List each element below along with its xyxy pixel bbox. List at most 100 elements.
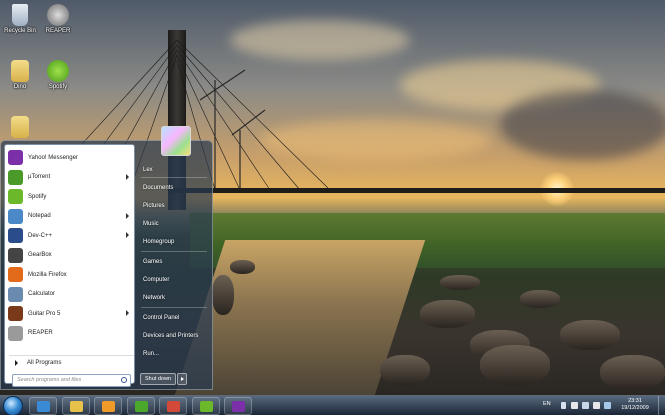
network-icon[interactable] [582, 402, 589, 409]
taskbar-button[interactable] [224, 397, 252, 415]
start-link-music[interactable]: Music [138, 217, 210, 232]
start-link-documents[interactable]: Documents [138, 181, 210, 196]
show-hidden-icons-icon[interactable] [561, 402, 566, 409]
taskbar-button[interactable] [29, 397, 57, 415]
start-link-lex[interactable]: Lex [138, 163, 210, 178]
utorrent-icon [8, 169, 23, 185]
spotify-icon [8, 189, 23, 204]
clock[interactable]: 23:31 19/12/2009 [617, 398, 653, 412]
program-label: Notepad [28, 213, 51, 219]
flag-icon[interactable] [571, 402, 578, 409]
desktop-icon-label: REAPER [45, 28, 71, 34]
explorer-icon [69, 401, 83, 412]
program-label: Guitar Pro 5 [28, 310, 61, 317]
all-programs-button[interactable]: All Programs [9, 355, 134, 369]
program-label: Spotify [28, 193, 47, 200]
reaper-icon [8, 325, 23, 341]
start-link-network[interactable]: Network [138, 291, 210, 306]
spotify-icon [199, 401, 213, 412]
yahoo-messenger-icon [8, 150, 23, 165]
submenu-arrow-icon[interactable] [126, 173, 129, 180]
divider [141, 307, 207, 308]
program-label: REAPER [28, 330, 53, 336]
guitar-pro-icon [8, 306, 23, 321]
taskbar: EN 23:31 19/12/2009 [0, 395, 665, 415]
arrow-right-icon [15, 359, 18, 366]
ie-icon [37, 401, 50, 412]
taskbar-button[interactable] [159, 397, 187, 415]
program-label: GearBox [28, 252, 52, 258]
program-item[interactable]: Guitar Pro 5 [8, 304, 133, 323]
search-icon[interactable] [121, 377, 127, 383]
program-label: Calculator [28, 291, 56, 297]
system-tray: EN 23:31 19/12/2009 [535, 396, 665, 415]
start-menu: Yahoo! Messenger µTorrent Spotify Notepad De… [0, 126, 213, 390]
program-item[interactable]: Notepad [8, 207, 133, 226]
program-label: Yahoo! Messenger [28, 154, 78, 161]
program-item[interactable]: Calculator [8, 285, 133, 304]
program-item[interactable]: Dev-C++ [8, 226, 133, 245]
shutdown-options-button[interactable] [177, 373, 187, 385]
user-picture[interactable] [161, 126, 191, 156]
notepad-icon [8, 208, 23, 224]
language-indicator[interactable]: EN [543, 401, 551, 407]
program-item[interactable]: Yahoo! Messenger [8, 148, 133, 167]
program-item[interactable]: Mozilla Firefox [8, 265, 133, 284]
start-button[interactable] [3, 396, 23, 415]
folder-icon [11, 116, 29, 138]
program-item[interactable]: µTorrent [8, 168, 133, 187]
program-label: Mozilla Firefox [28, 271, 67, 278]
program-item[interactable]: REAPER [8, 324, 133, 343]
taskbar-button[interactable] [126, 397, 155, 415]
desktop-icon-spotify[interactable]: Spotify [38, 60, 78, 90]
calculator-icon [8, 286, 23, 302]
programs-pane: Yahoo! Messenger µTorrent Spotify Notepad De… [4, 144, 135, 387]
clock-time: 23:31 [628, 398, 642, 404]
submenu-arrow-icon[interactable] [126, 310, 129, 316]
shutdown-button[interactable]: Shut down [140, 373, 176, 385]
submenu-arrow-icon[interactable] [126, 212, 129, 219]
chrome-icon [167, 401, 180, 412]
start-link-games[interactable]: Games [138, 255, 210, 270]
clock-date: 19/12/2009 [621, 405, 649, 411]
start-link-homegroup[interactable]: Homegroup [138, 235, 210, 250]
devcpp-icon [8, 228, 23, 243]
desktop-icon-label: Recycle Bin [4, 28, 36, 34]
taskbar-button[interactable] [191, 397, 220, 415]
program-item[interactable]: GearBox [8, 246, 133, 265]
divider [141, 251, 207, 252]
media-player-icon [102, 401, 115, 412]
search-input[interactable]: Search programs and files [12, 374, 131, 387]
folder-icon [11, 60, 29, 82]
taskbar-button[interactable] [94, 397, 122, 415]
program-item[interactable]: Spotify [8, 187, 133, 206]
program-label: µTorrent [28, 174, 51, 180]
submenu-arrow-icon[interactable] [126, 232, 129, 238]
desktop-icon-reaper[interactable]: REAPER [38, 4, 78, 34]
desktop-icon-dino[interactable]: Dino [0, 60, 40, 90]
desktop-icon-recycle-bin[interactable]: Recycle Bin [0, 4, 40, 34]
divider [141, 177, 207, 178]
desktop-icon-label: Dino [13, 84, 27, 90]
program-label: Dev-C++ [28, 232, 53, 239]
start-link-devices-and-printers[interactable]: Devices and Printers [138, 329, 210, 344]
all-programs-label: All Programs [27, 359, 62, 366]
start-link-computer[interactable]: Computer [138, 273, 210, 288]
reaper-icon [47, 4, 69, 26]
start-link-pictures[interactable]: Pictures [138, 199, 210, 214]
desktop-icon-folder[interactable] [0, 116, 40, 140]
start-link-run[interactable]: Run... [138, 347, 210, 362]
gearbox-icon [8, 247, 23, 263]
yahoo-messenger-icon [232, 401, 245, 412]
taskbar-button[interactable] [61, 397, 90, 415]
start-link-control-panel[interactable]: Control Panel [138, 311, 210, 326]
firefox-icon [8, 267, 23, 282]
recycle-bin-icon [12, 4, 28, 26]
messenger-icon [134, 401, 148, 412]
desktop-icon-label: Spotify [48, 84, 68, 90]
show-desktop-button[interactable] [658, 396, 665, 415]
spotify-icon [47, 60, 69, 82]
search-placeholder: Search programs and files [17, 377, 82, 383]
signal-icon[interactable] [604, 402, 611, 409]
volume-icon[interactable] [593, 402, 600, 409]
